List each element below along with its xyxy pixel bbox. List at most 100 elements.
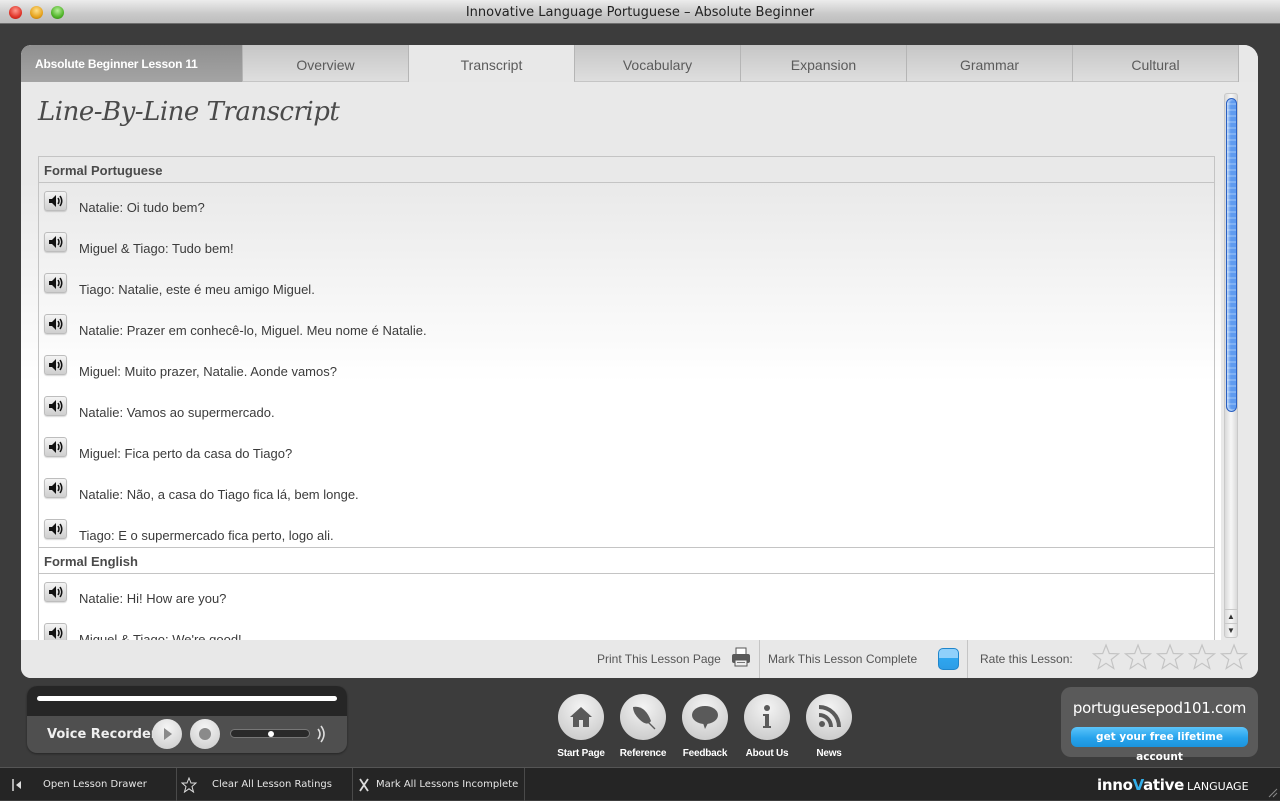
line-text: Tiago: E o supermercado fica perto, logo…: [79, 528, 334, 543]
volume-slider-knob[interactable]: [268, 731, 274, 737]
content-scrollbar[interactable]: ▲ ▼: [1224, 93, 1238, 638]
section-title: Formal English: [39, 547, 1214, 574]
section-formal-portuguese: Formal Portuguese Natalie: Oi tudo bem?M…: [38, 156, 1215, 552]
feather-icon: [629, 703, 657, 731]
mark-all-incomplete-button[interactable]: Mark All Lessons Incomplete: [353, 768, 525, 801]
rating-stars: [1092, 643, 1248, 671]
recorder-label: Voice Recorder: [47, 727, 157, 742]
transcript-line: Miguel: Fica perto da casa do Tiago?: [39, 429, 1214, 470]
rating-star-icon[interactable]: [1220, 643, 1248, 671]
mark-complete-toggle[interactable]: [938, 648, 959, 670]
open-lesson-drawer-button[interactable]: Open Lesson Drawer: [0, 768, 177, 801]
promo-domain[interactable]: portuguesepod101.com: [1061, 699, 1258, 717]
line-text: Miguel & Tiago: We're good!: [79, 632, 242, 640]
print-lesson-link[interactable]: Print This Lesson Page: [597, 652, 721, 666]
speaker-icon[interactable]: [44, 478, 67, 498]
recorder-record-button[interactable]: [190, 719, 220, 749]
mark-complete-label: Mark This Lesson Complete: [768, 652, 917, 666]
transcript-line: Tiago: E o supermercado fica perto, logo…: [39, 511, 1214, 552]
line-text: Natalie: Oi tudo bem?: [79, 200, 205, 215]
clear-all-ratings-button[interactable]: Clear All Lesson Ratings: [177, 768, 353, 801]
transcript-line: Miguel & Tiago: Tudo bem!: [39, 224, 1214, 265]
recorder-progress-bar: [37, 696, 337, 701]
line-text: Natalie: Vamos ao supermercado.: [79, 405, 275, 420]
line-text: Miguel: Fica perto da casa do Tiago?: [79, 446, 292, 461]
transcript-line: Tiago: Natalie, este é meu amigo Miguel.: [39, 265, 1214, 306]
tab-bar: Absolute Beginner Lesson 11 Overview Tra…: [21, 45, 1258, 82]
line-text: Miguel & Tiago: Tudo bem!: [79, 241, 234, 256]
tab-overview[interactable]: Overview: [242, 45, 408, 82]
window-titlebar: Innovative Language Portuguese – Absolut…: [0, 0, 1280, 24]
speaker-icon[interactable]: [44, 623, 67, 640]
page-title: Line-By-Line Transcript: [38, 97, 339, 127]
speaker-icon[interactable]: [44, 191, 67, 211]
info-icon: [757, 703, 777, 731]
window-title: Innovative Language Portuguese – Absolut…: [0, 5, 1280, 20]
volume-slider[interactable]: [230, 729, 310, 738]
line-text: Natalie: Não, a casa do Tiago fica lá, b…: [79, 487, 359, 502]
tab-vocabulary[interactable]: Vocabulary: [574, 45, 740, 82]
speaker-icon[interactable]: [44, 519, 67, 539]
tab-bar-filler: [1238, 45, 1258, 82]
x-mark-icon: [357, 777, 371, 793]
logo-text: inno: [1097, 776, 1133, 794]
line-text: Natalie: Hi! How are you?: [79, 591, 226, 606]
line-text: Tiago: Natalie, este é meu amigo Miguel.: [79, 282, 315, 297]
logo-text: ative: [1143, 776, 1184, 794]
speech-bubble-icon: [690, 703, 720, 731]
start-page-button[interactable]: Start Page: [558, 694, 604, 759]
scrollbar-thumb[interactable]: [1226, 98, 1237, 412]
tab-transcript[interactable]: Transcript: [408, 45, 574, 82]
transcript-line: Natalie: Vamos ao supermercado.: [39, 388, 1214, 429]
lesson-panel: Absolute Beginner Lesson 11 Overview Tra…: [21, 45, 1258, 678]
rss-icon: [816, 704, 842, 730]
tab-expansion[interactable]: Expansion: [740, 45, 906, 82]
transcript-line: Miguel: Muito prazer, Natalie. Aonde vam…: [39, 347, 1214, 388]
speaker-icon[interactable]: [44, 273, 67, 293]
speaker-icon[interactable]: [44, 355, 67, 375]
rating-star-icon[interactable]: [1156, 643, 1184, 671]
speaker-icon[interactable]: [44, 437, 67, 457]
transcript-lines: Natalie: Hi! How are you? Miguel & Tiago:…: [39, 574, 1214, 640]
record-icon: [190, 719, 220, 749]
rate-lesson-label: Rate this Lesson:: [980, 652, 1073, 666]
logo-language: LANGUAGE: [1187, 780, 1249, 793]
free-account-button[interactable]: get your free lifetime account: [1071, 727, 1248, 747]
resize-grip-icon[interactable]: [1267, 787, 1278, 798]
lesson-footer: Print This Lesson Page Mark This Lesson …: [21, 640, 1258, 678]
speaker-icon[interactable]: [44, 582, 67, 602]
news-button[interactable]: News: [806, 694, 852, 759]
transcript-line: Miguel & Tiago: We're good!: [39, 615, 1214, 640]
rating-star-icon[interactable]: [1092, 643, 1120, 671]
reference-button[interactable]: Reference: [620, 694, 666, 759]
tab-cultural[interactable]: Cultural: [1072, 45, 1238, 82]
transcript-content: Line-By-Line Transcript Formal Portugues…: [21, 82, 1221, 640]
volume-icon: [316, 724, 328, 744]
speaker-icon[interactable]: [44, 314, 67, 334]
footer-divider: [759, 640, 760, 678]
speaker-icon[interactable]: [44, 232, 67, 252]
drawer-open-icon: [10, 777, 24, 793]
rating-star-icon[interactable]: [1124, 643, 1152, 671]
scroll-up-button[interactable]: ▲: [1225, 609, 1237, 623]
feedback-button[interactable]: Feedback: [682, 694, 728, 759]
recorder-display: [27, 686, 347, 716]
line-text: Natalie: Prazer em conhecê-lo, Miguel. M…: [79, 323, 427, 338]
scroll-down-button[interactable]: ▼: [1225, 623, 1237, 637]
tab-grammar[interactable]: Grammar: [906, 45, 1072, 82]
transcript-line: Natalie: Hi! How are you?: [39, 574, 1214, 615]
rating-star-icon[interactable]: [1188, 643, 1216, 671]
logo-v: V: [1133, 776, 1144, 794]
transcript-lines: Natalie: Oi tudo bem? Miguel & Tiago: Tud…: [39, 183, 1214, 552]
promo-box: portuguesepod101.com get your free lifet…: [1061, 687, 1258, 757]
section-formal-english: Formal English Natalie: Hi! How are you?…: [38, 547, 1215, 640]
home-icon: [568, 704, 594, 730]
about-us-button[interactable]: About Us: [744, 694, 790, 759]
nav-buttons: Start Page Reference Feedback About Us N…: [558, 694, 852, 759]
speaker-icon[interactable]: [44, 396, 67, 416]
recorder-play-button[interactable]: [152, 719, 182, 749]
printer-icon[interactable]: [731, 647, 751, 667]
play-icon: [152, 719, 182, 749]
lesson-title-tab: Absolute Beginner Lesson 11: [21, 45, 242, 82]
status-bar: Open Lesson Drawer Clear All Lesson Rati…: [0, 767, 1280, 800]
